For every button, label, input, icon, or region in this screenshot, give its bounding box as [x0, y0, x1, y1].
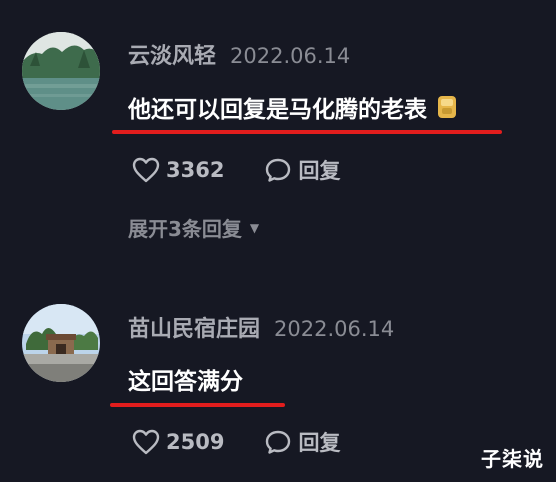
reply-button[interactable]: 回复	[264, 427, 340, 457]
comment-meta: 苗山民宿庄园 2022.06.14	[128, 311, 394, 343]
heart-icon	[132, 429, 160, 455]
username[interactable]: 苗山民宿庄园	[128, 317, 260, 342]
comment-text-content: 这回答满分	[128, 369, 243, 395]
comment-text: 这回答满分	[128, 362, 243, 396]
comment-bubble-icon	[266, 430, 291, 454]
comment-actions: 2509 回复	[132, 427, 340, 457]
comment-date: 2022.06.14	[274, 317, 395, 341]
reply-label: 回复	[298, 431, 341, 455]
watermark: 子柒说	[481, 447, 544, 471]
highlight-underline	[110, 403, 285, 407]
like-count: 2509	[166, 430, 225, 454]
comment-2: 苗山民宿庄园 2022.06.14 这回答满分 2509 回复	[0, 0, 556, 482]
avatar[interactable]	[22, 304, 100, 382]
like-button[interactable]: 2509	[132, 429, 224, 455]
